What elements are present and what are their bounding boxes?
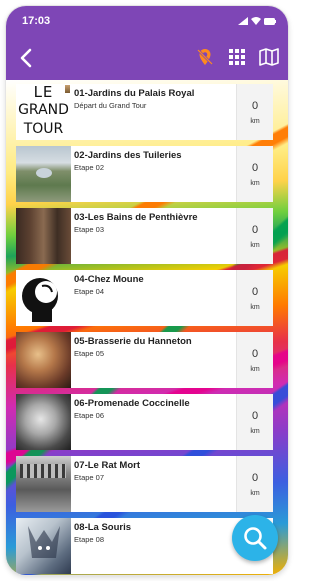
distance-box: 0 km [236,270,273,326]
status-time: 17:03 [22,15,51,27]
stage-photo [16,208,71,264]
stage-subtitle: Etape 07 [74,473,105,482]
pin-off-icon[interactable] [194,46,216,68]
phone-frame: 17:03 LE GRAND TOUR 01-Jardins du Palais… [6,6,288,575]
distance-value: 0 [251,99,259,112]
stage-list[interactable]: LE GRAND TOUR 01-Jardins du Palais Royal… [6,80,288,575]
distance-value: 0 [251,223,259,236]
list-item[interactable]: 03-Les Bains de Penthièvre Etape 03 0 km [16,208,273,264]
navigation-bar [6,36,288,80]
system-icons [238,17,276,25]
stage-subtitle: Etape 02 [74,163,105,172]
stage-photo [16,518,71,574]
distance-value: 0 [251,285,259,298]
stage-title: 07-Le Rat Mort [74,460,140,471]
status-bar: 17:03 [6,6,288,36]
stage-subtitle: Départ du Grand Tour [74,101,147,110]
logo-line-tour: TOUR [23,121,64,137]
stage-subtitle: Etape 08 [74,535,105,544]
distance-unit: km [250,427,260,435]
distance-unit: km [250,489,260,497]
list-item[interactable]: 05-Brasserie du Hanneton Etape 05 0 km [16,332,273,388]
stage-photo [16,394,71,450]
list-item[interactable]: LE GRAND TOUR 01-Jardins du Palais Royal… [16,84,273,140]
distance-unit: km [250,365,260,373]
map-icon[interactable] [258,46,280,68]
list-item[interactable]: 04-Chez Moune Etape 04 0 km [16,270,273,326]
logo-line-le: LE [33,84,54,101]
distance-value: 0 [251,471,259,484]
toolbar-actions [194,46,280,68]
logo-thumbnail: LE GRAND TOUR [16,84,71,140]
stage-subtitle: Etape 05 [74,349,105,358]
distance-value: 0 [251,161,259,174]
back-arrow-icon[interactable] [15,46,39,70]
distance-unit: km [250,117,260,125]
stage-photo [16,456,71,512]
stage-title: 08-La Souris [74,522,132,533]
list-item[interactable]: 06-Promenade Coccinelle Etape 06 0 km [16,394,273,450]
list-item[interactable]: 02-Jardins des Tuileries Etape 02 0 km [16,146,273,202]
stage-photo [16,270,71,326]
stage-subtitle: Etape 03 [74,225,105,234]
stage-title: 02-Jardins des Tuileries [74,150,182,161]
stage-photo [16,146,71,202]
logo-line-grand: GRAND [18,102,69,118]
grid-icon[interactable] [226,46,248,68]
wifi-icon [251,17,261,25]
distance-box: 0 km [236,84,273,140]
distance-box: 0 km [236,208,273,264]
distance-box: 0 km [236,332,273,388]
signal-icon [238,17,248,25]
stage-subtitle: Etape 04 [74,287,105,296]
stage-title: 05-Brasserie du Hanneton [74,336,192,347]
flag-icon [65,85,70,93]
search-button[interactable] [232,515,278,561]
distance-unit: km [250,241,260,249]
distance-unit: km [250,303,260,311]
stage-subtitle: Etape 06 [74,411,105,420]
distance-unit: km [250,179,260,187]
search-icon [244,527,267,550]
stage-title: 06-Promenade Coccinelle [74,398,190,409]
distance-value: 0 [251,409,259,422]
stage-title: 01-Jardins du Palais Royal [74,88,195,99]
distance-box: 0 km [236,146,273,202]
distance-value: 0 [251,347,259,360]
distance-box: 0 km [236,456,273,512]
battery-icon [264,17,276,25]
stage-title: 04-Chez Moune [74,274,144,285]
distance-box: 0 km [236,394,273,450]
list-item[interactable]: 07-Le Rat Mort Etape 07 0 km [16,456,273,512]
stage-photo [16,332,71,388]
stage-title: 03-Les Bains de Penthièvre [74,212,198,223]
